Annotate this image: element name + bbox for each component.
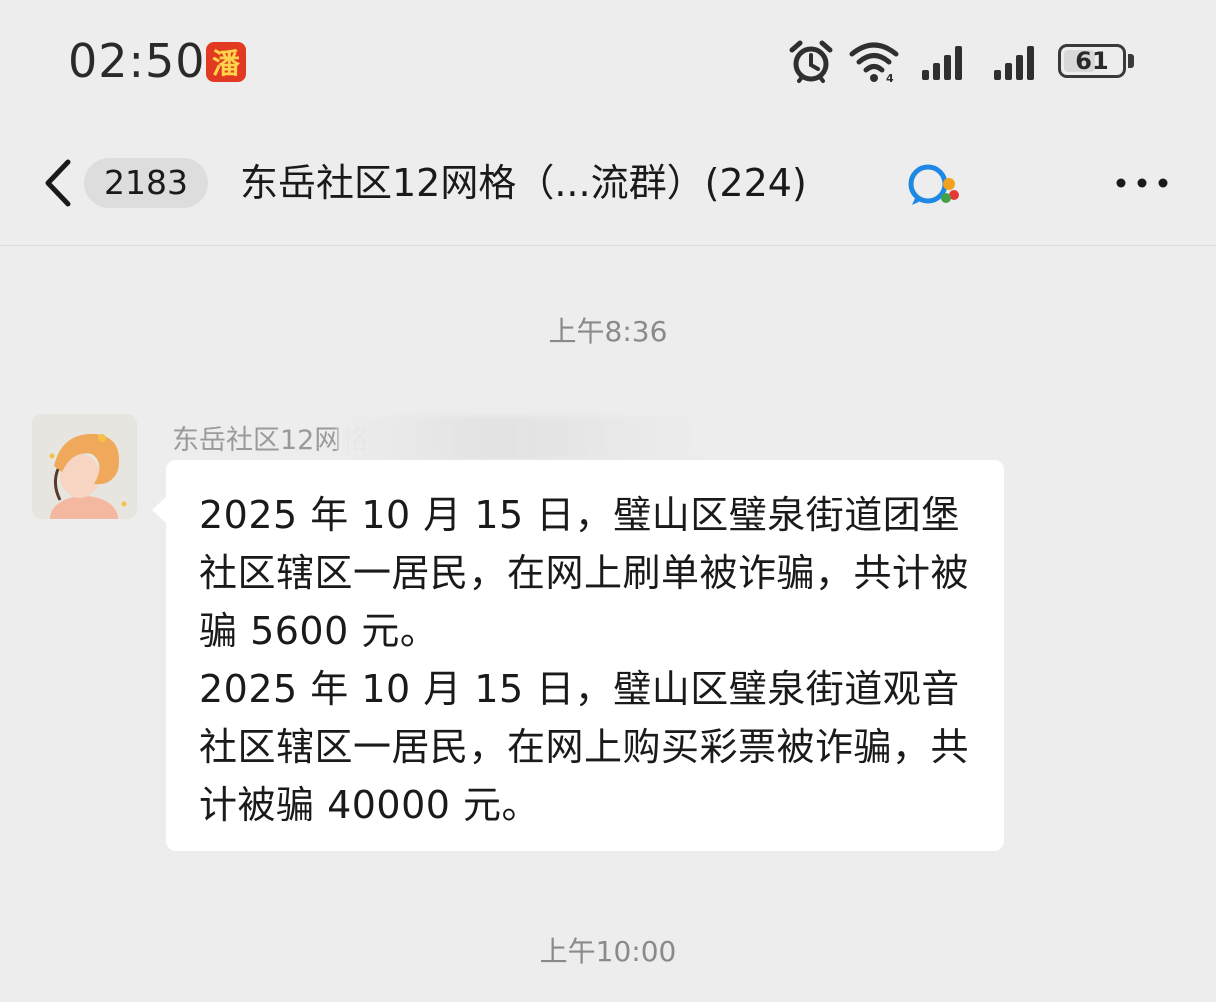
- wifi-icon: 4: [849, 42, 899, 84]
- avatar-image: [32, 414, 137, 519]
- battery-percent: 61: [1075, 47, 1109, 75]
- message-timestamp: 上午8:36: [548, 315, 668, 348]
- redacted-sender-info: [338, 416, 718, 460]
- chat-title: 东岳社区12网格（...流群）(224): [240, 161, 807, 205]
- message-timestamp: 上午10:00: [539, 935, 677, 968]
- message-bubble[interactable]: 2025 年 10 月 15 日，璧山区璧泉街道团堡社区辖区一居民，在网上刷单被…: [166, 460, 1004, 851]
- more-icon[interactable]: [1114, 176, 1170, 190]
- svg-text:4: 4: [886, 72, 894, 84]
- chat-header: 2183 东岳社区12网格（...流群）(224): [0, 120, 1216, 246]
- app-notification-icon: 潘: [206, 42, 246, 82]
- battery-icon: 61: [1058, 44, 1126, 78]
- bubble-tail: [152, 496, 167, 524]
- avatar[interactable]: [32, 414, 137, 519]
- signal-icon: [994, 46, 1034, 80]
- message-paragraph: 2025 年 10 月 15 日，璧山区璧泉街道团堡社区辖区一居民，在网上刷单被…: [199, 493, 970, 653]
- message-paragraph: 2025 年 10 月 15 日，璧山区璧泉街道观音社区辖区一居民，在网上购买彩…: [199, 667, 970, 827]
- chat-bubble-icon: [908, 164, 959, 205]
- signal-icon: [922, 46, 962, 80]
- back-chevron-icon[interactable]: [38, 158, 78, 208]
- battery-nub: [1128, 54, 1134, 68]
- alarm-icon: [789, 40, 833, 83]
- status-bar: 02:50 潘 4 61: [0, 0, 1216, 120]
- unread-count-badge[interactable]: 2183: [84, 158, 208, 208]
- status-time: 02:50: [68, 34, 206, 88]
